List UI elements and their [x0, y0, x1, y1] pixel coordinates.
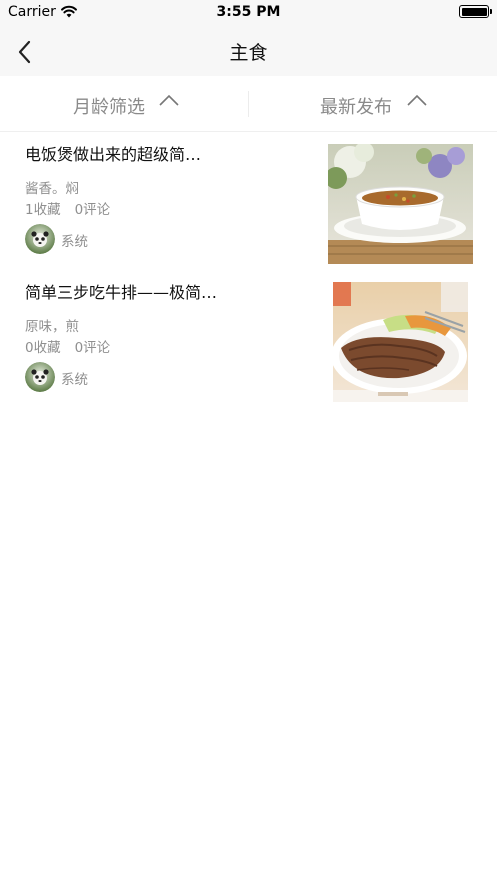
- battery-icon: [459, 5, 492, 18]
- clock: 3:55 PM: [216, 4, 281, 20]
- chevron-up-icon: [159, 94, 179, 106]
- navigation-bar: 主食: [0, 26, 497, 76]
- recipe-list-item[interactable]: 简单三步吃牛排——极简… 原味，煎 0收藏 0评论 系统: [0, 270, 497, 408]
- age-filter-label: 月龄筛选: [73, 97, 145, 118]
- favorites-count: 0收藏: [25, 340, 61, 356]
- recipe-stats: 0收藏 0评论: [25, 336, 110, 356]
- latest-filter-label: 最新发布: [320, 97, 392, 118]
- recipe-tags: 原味，煎: [25, 319, 79, 335]
- recipe-stats: 1收藏 0评论: [25, 198, 110, 218]
- filter-bar: 月龄筛选 最新发布: [0, 76, 497, 132]
- recipe-title: 电饭煲做出来的超级简…: [25, 145, 202, 164]
- recipe-author: 系统: [61, 234, 88, 250]
- comments-count: 0评论: [74, 340, 111, 356]
- latest-filter-button[interactable]: 最新发布: [249, 76, 497, 132]
- recipe-list-item[interactable]: 电饭煲做出来的超级简… 酱香。焖 1收藏 0评论 系统: [0, 132, 497, 270]
- avatar: [25, 362, 55, 392]
- recipe-photo: [328, 144, 473, 264]
- age-filter-button[interactable]: 月龄筛选: [0, 76, 248, 132]
- recipe-author: 系统: [61, 372, 88, 388]
- page-title: 主食: [229, 42, 268, 64]
- avatar: [25, 224, 55, 254]
- status-bar: Carrier 3:55 PM: [0, 0, 497, 26]
- recipe-tags: 酱香。焖: [25, 181, 79, 197]
- favorites-count: 1收藏: [25, 202, 61, 218]
- chevron-up-icon: [407, 94, 427, 106]
- comments-count: 0评论: [74, 202, 111, 218]
- recipe-photo: [333, 282, 468, 402]
- recipe-title: 简单三步吃牛排——极简…: [25, 283, 218, 302]
